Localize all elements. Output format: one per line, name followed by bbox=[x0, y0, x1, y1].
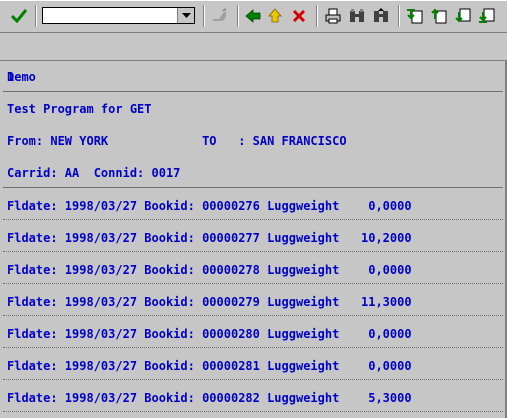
divider bbox=[3, 91, 503, 92]
list-item[interactable]: Fldate: 1998/03/27 Bookid: 00000277 Lugg… bbox=[7, 230, 412, 246]
first-page-icon[interactable] bbox=[404, 6, 426, 26]
list-item[interactable]: Fldate: 1998/03/27 Bookid: 00000276 Lugg… bbox=[7, 198, 412, 214]
row-separator bbox=[3, 379, 503, 380]
up-icon[interactable] bbox=[265, 6, 285, 26]
list-item[interactable]: Fldate: 1998/03/27 Bookid: 00000278 Lugg… bbox=[7, 262, 412, 278]
row-separator bbox=[3, 283, 503, 284]
row-separator bbox=[3, 347, 503, 348]
command-field[interactable] bbox=[42, 7, 195, 27]
command-input[interactable] bbox=[43, 12, 181, 27]
toolbar-separator bbox=[316, 5, 317, 27]
divider bbox=[3, 187, 503, 188]
back-icon[interactable] bbox=[243, 6, 263, 26]
toolbar-separator bbox=[203, 5, 204, 27]
save-icon[interactable] bbox=[209, 6, 231, 26]
list-output: Demo 1 Test Program for GET From: NEW YO… bbox=[0, 61, 507, 418]
toolbar-separator bbox=[237, 5, 238, 27]
toolbar-separator bbox=[35, 5, 36, 27]
find-icon[interactable] bbox=[346, 6, 368, 26]
list-item[interactable]: Fldate: 1998/03/27 Bookid: 00000280 Lugg… bbox=[7, 326, 412, 342]
find-next-icon[interactable] bbox=[370, 6, 392, 26]
carrier-line: Carrid: AA Connid: 0017 bbox=[7, 166, 181, 180]
cancel-icon[interactable] bbox=[289, 6, 309, 26]
list-item[interactable]: Fldate: 1998/03/27 Bookid: 00000279 Lugg… bbox=[7, 294, 412, 310]
application-toolbar bbox=[0, 33, 507, 61]
route-line: From: NEW YORK TO : SAN FRANCISCO bbox=[7, 134, 347, 148]
row-separator bbox=[3, 411, 503, 412]
chevron-down-icon bbox=[181, 12, 191, 18]
standard-toolbar bbox=[0, 0, 507, 33]
next-page-icon[interactable] bbox=[452, 6, 474, 26]
last-page-icon[interactable] bbox=[476, 6, 498, 26]
prev-page-icon[interactable] bbox=[428, 6, 450, 26]
row-separator bbox=[3, 219, 503, 220]
list-subtitle: Test Program for GET bbox=[7, 102, 152, 116]
toolbar-separator bbox=[398, 5, 399, 27]
list-item[interactable]: Fldate: 1998/03/27 Bookid: 00000281 Lugg… bbox=[7, 358, 412, 374]
command-dropdown-button[interactable] bbox=[177, 8, 194, 23]
page-number: 1 bbox=[7, 70, 15, 84]
row-separator bbox=[3, 315, 503, 316]
list-item[interactable]: Fldate: 1998/03/27 Bookid: 00000282 Lugg… bbox=[7, 390, 412, 406]
print-icon[interactable] bbox=[322, 6, 344, 26]
row-separator bbox=[3, 251, 503, 252]
check-icon[interactable] bbox=[8, 6, 30, 26]
